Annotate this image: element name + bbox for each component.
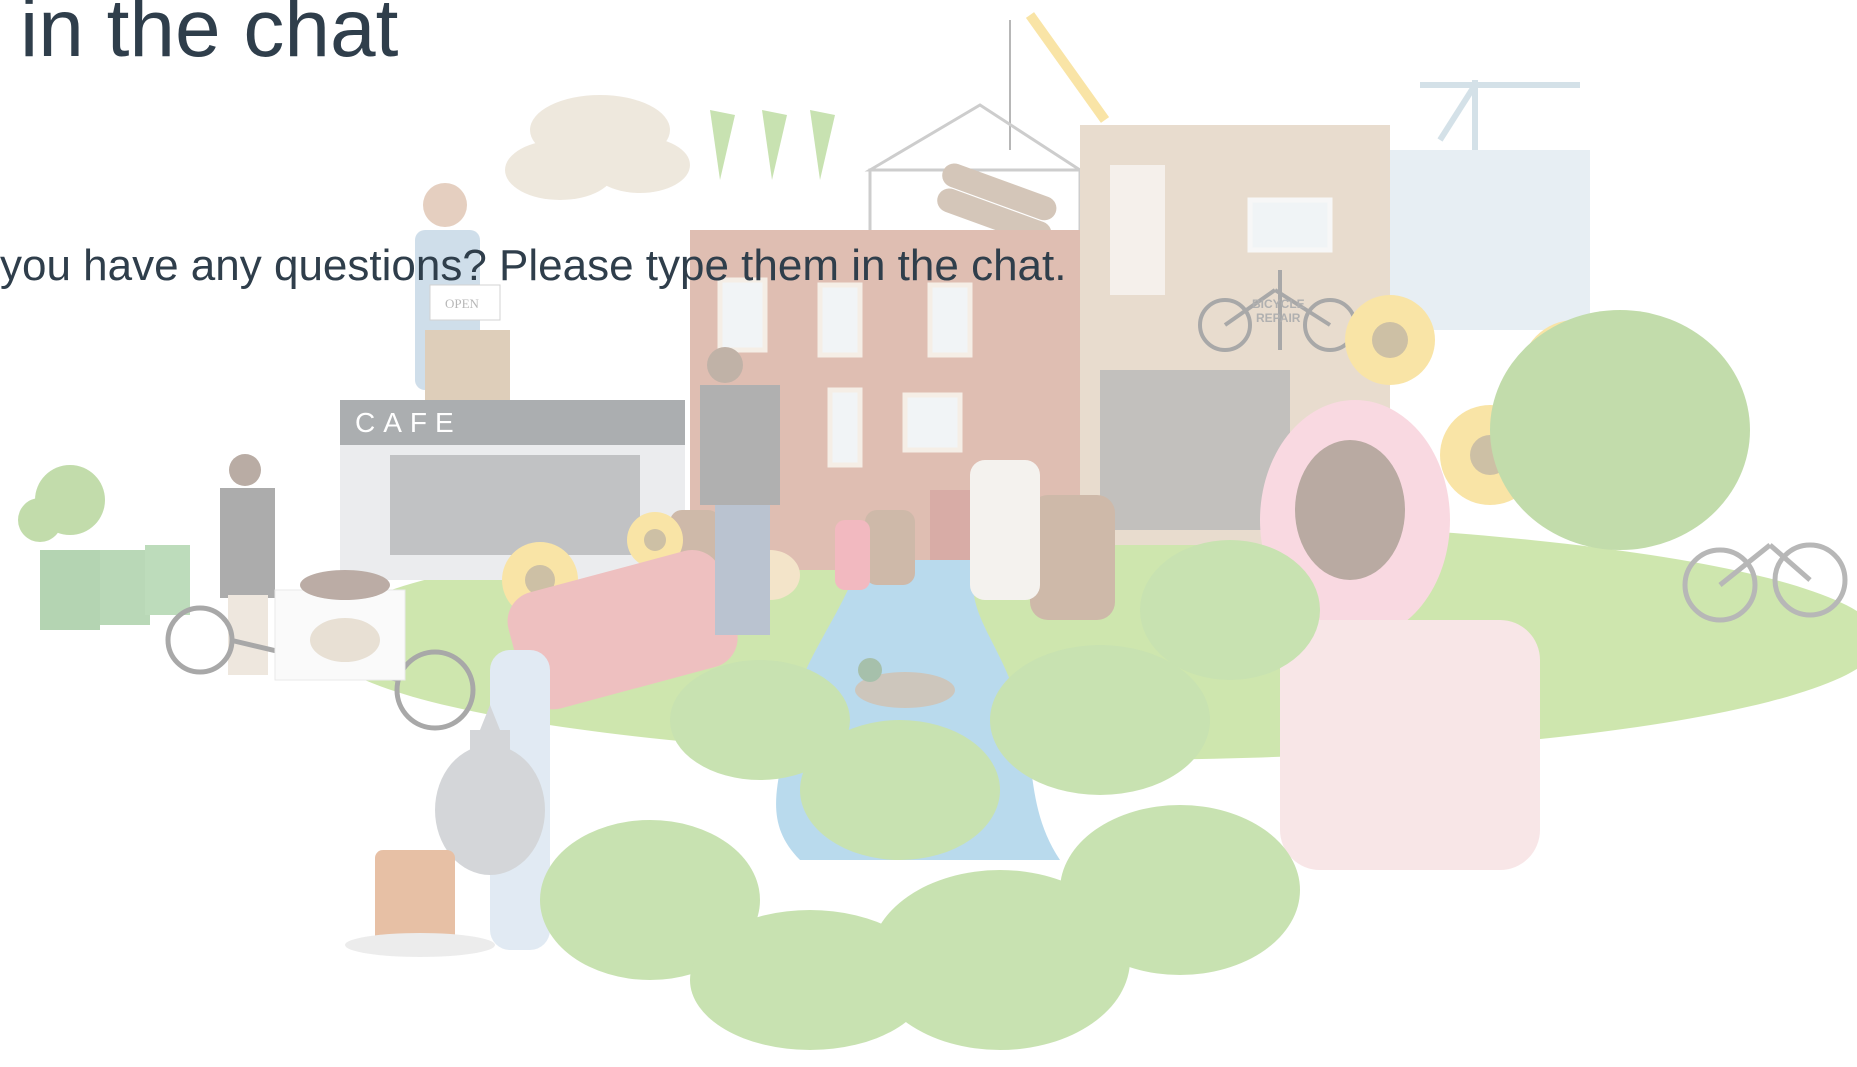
yellow-crane-icon — [1025, 12, 1110, 123]
green-bin-3 — [145, 545, 190, 615]
leek-icons — [710, 110, 835, 180]
green-bin-2 — [100, 550, 150, 625]
bicycle-sign-line1: BICYCLE — [1252, 297, 1305, 311]
person-window — [1110, 165, 1165, 295]
slide-title: in the chat — [20, 0, 399, 74]
green-bin — [40, 550, 100, 630]
background-apartments — [1390, 150, 1590, 330]
bicycle-sign-line2: REPAIR — [1256, 311, 1301, 325]
tomato-plant-icon — [18, 465, 105, 542]
cafe-window — [390, 455, 640, 555]
slide: BICYCLE REPAIR CAFE OPEN in the chat you… — [0, 0, 1857, 1067]
orange-tree — [1490, 310, 1750, 550]
waiter-figure — [415, 183, 510, 400]
slide-subtitle: you have any questions? Please type them… — [0, 241, 1067, 290]
soil-sack — [300, 570, 390, 600]
mushroom-basket-icon — [310, 618, 380, 662]
mushroom-cluster-icon — [505, 95, 690, 200]
upper-window — [1247, 197, 1333, 253]
elderly-couple-figure — [970, 460, 1040, 600]
tea-glass-icon — [375, 850, 455, 945]
open-sign: OPEN — [445, 296, 480, 311]
cafe-sign: CAFE — [355, 407, 462, 438]
community-collage-illustration: BICYCLE REPAIR CAFE OPEN — [18, 12, 1857, 1050]
girl-figure — [835, 520, 870, 590]
saucer-icon — [345, 933, 495, 957]
